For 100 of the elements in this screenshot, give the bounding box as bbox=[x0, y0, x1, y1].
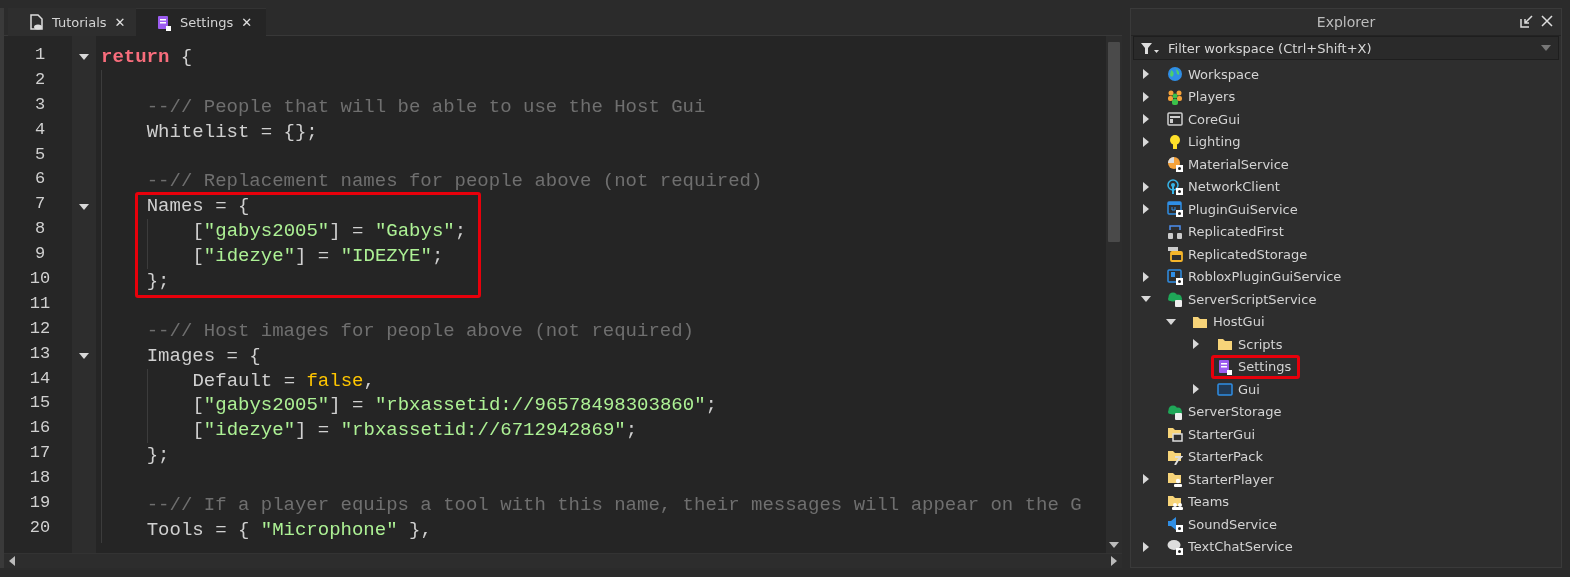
line-number: 19 bbox=[28, 493, 52, 515]
tree-item-label[interactable]: Workspace bbox=[1188, 66, 1260, 82]
antenna-icon bbox=[1167, 178, 1183, 195]
line-number: 14 bbox=[28, 368, 52, 390]
expand-arrow-icon[interactable] bbox=[1191, 339, 1201, 350]
line-number: 10 bbox=[28, 269, 52, 290]
tree-item-label[interactable]: PluginGuiService bbox=[1188, 201, 1298, 217]
filter-field[interactable]: Filter workspace (Ctrl+Shift+X) bbox=[1133, 36, 1559, 60]
tree-item-label[interactable]: Teams bbox=[1188, 494, 1230, 510]
code-line: ["gabys2005"] = "Gabys"; bbox=[192, 219, 467, 245]
code-line: return { bbox=[101, 45, 193, 70]
code-comment: --// People that will be able to use the Host Gui bbox=[146, 94, 706, 120]
tree-item-label[interactable]: ReplicatedFirst bbox=[1188, 224, 1284, 240]
tree-item-label[interactable]: Players bbox=[1188, 89, 1236, 105]
tree-item-label[interactable]: Settings bbox=[1238, 359, 1292, 375]
folder-person-icon bbox=[1167, 471, 1183, 488]
tree-item-label[interactable]: StarterPack bbox=[1188, 449, 1263, 465]
code-line: Tools = { "Microphone" }, bbox=[146, 517, 432, 543]
expand-arrow-icon[interactable] bbox=[1191, 384, 1201, 395]
window-icon bbox=[1167, 111, 1183, 128]
code-comment: --// If a player equips a tool with this name, their messages will appear on the G bbox=[146, 493, 1082, 518]
plug-window-icon bbox=[1167, 201, 1183, 218]
line-number: 8 bbox=[33, 219, 47, 241]
storage-box-icon bbox=[1167, 246, 1183, 263]
line-number: 18 bbox=[28, 468, 52, 490]
collapse-arrow-icon[interactable] bbox=[1166, 316, 1176, 327]
tree-item-label[interactable]: Scripts bbox=[1238, 336, 1283, 352]
filter-icon[interactable] bbox=[1141, 42, 1159, 54]
expand-arrow-icon[interactable] bbox=[1141, 181, 1151, 192]
expand-arrow-icon[interactable] bbox=[1141, 91, 1151, 102]
tree-item-label[interactable]: TextChatService bbox=[1188, 539, 1293, 555]
globe-icon bbox=[1167, 66, 1183, 83]
line-number: 16 bbox=[28, 418, 52, 440]
tree-item-label[interactable]: Lighting bbox=[1188, 134, 1241, 150]
tree-item-label[interactable]: HostGui bbox=[1213, 314, 1265, 330]
tree-item-label[interactable]: StarterPlayer bbox=[1188, 471, 1274, 487]
line-number: 1 bbox=[33, 45, 47, 66]
folder-window-icon bbox=[1167, 426, 1183, 443]
window-icon bbox=[1167, 268, 1183, 285]
code-comment: --// Replacement names for people above (not required) bbox=[146, 169, 763, 195]
tree-item-label[interactable]: NetworkClient bbox=[1188, 179, 1280, 195]
code-line: ["gabys2005"] = "rbxassetid://96578498303860"; bbox=[192, 393, 717, 419]
expand-arrow-icon[interactable] bbox=[1141, 204, 1151, 215]
cloud-icon bbox=[1167, 403, 1183, 420]
line-number: 15 bbox=[28, 393, 52, 415]
scrollbar-thumb[interactable] bbox=[1108, 42, 1120, 242]
line-number: 7 bbox=[33, 194, 47, 216]
dropdown-caret-icon[interactable] bbox=[1541, 45, 1551, 51]
code-line: Images = { bbox=[146, 343, 261, 369]
vertical-scrollbar[interactable] bbox=[1106, 36, 1122, 553]
cloud-icon bbox=[1167, 291, 1183, 308]
code-line: }; bbox=[146, 443, 170, 469]
tree-item-label[interactable]: CoreGui bbox=[1188, 111, 1240, 127]
editor-tab[interactable]: Settings ✕ bbox=[136, 8, 266, 36]
speaker-icon bbox=[1167, 516, 1183, 533]
expand-arrow-icon[interactable] bbox=[1141, 136, 1151, 147]
expand-arrow-icon[interactable] bbox=[1141, 69, 1151, 80]
close-icon[interactable]: ✕ bbox=[114, 14, 126, 30]
tree-item-label[interactable]: MaterialService bbox=[1188, 156, 1289, 172]
script-icon bbox=[1217, 358, 1233, 375]
tree-item-label[interactable]: ReplicatedStorage bbox=[1188, 246, 1308, 262]
line-number: 12 bbox=[28, 318, 52, 340]
line-number: 17 bbox=[28, 443, 52, 465]
scroll-left-icon[interactable] bbox=[8, 555, 16, 567]
tree-item-label[interactable]: ServerScriptService bbox=[1188, 291, 1317, 307]
code-line: }; bbox=[146, 269, 170, 294]
people-icon bbox=[1167, 88, 1183, 105]
tree-item-label[interactable]: ServerStorage bbox=[1188, 404, 1282, 420]
scroll-right-icon[interactable] bbox=[1110, 555, 1118, 567]
line-number: 4 bbox=[33, 119, 47, 141]
line-number: 2 bbox=[33, 69, 47, 91]
close-icon[interactable]: ✕ bbox=[241, 15, 253, 30]
code-line: Whitelist = {}; bbox=[146, 119, 318, 145]
frame-icon bbox=[1217, 381, 1233, 398]
expand-arrow-icon[interactable] bbox=[1141, 271, 1151, 282]
tree-item-label[interactable]: RobloxPluginGuiService bbox=[1188, 269, 1342, 285]
line-number: 11 bbox=[28, 293, 52, 315]
expand-arrow-icon[interactable] bbox=[1141, 474, 1151, 485]
line-number: 9 bbox=[33, 244, 47, 266]
close-icon[interactable] bbox=[1541, 15, 1553, 27]
code-comment: --// Host images for people above (not required) bbox=[146, 318, 694, 344]
chat-bubble-icon bbox=[1167, 538, 1183, 555]
line-number: 5 bbox=[33, 144, 47, 166]
collapse-arrow-icon[interactable] bbox=[79, 201, 89, 212]
expand-arrow-icon[interactable] bbox=[1141, 541, 1151, 552]
panel-title: Explorer bbox=[1316, 14, 1376, 30]
tree-item-label[interactable]: SoundService bbox=[1188, 516, 1277, 532]
line-number: 3 bbox=[33, 94, 47, 116]
line-number: 20 bbox=[28, 517, 52, 539]
expand-arrow-icon[interactable] bbox=[1141, 114, 1151, 125]
document-cloud-icon bbox=[28, 14, 44, 30]
folder-people-icon bbox=[1167, 493, 1183, 510]
tree-item-label[interactable]: StarterGui bbox=[1188, 426, 1256, 442]
folder-icon bbox=[1217, 336, 1233, 353]
tree-item-label[interactable]: Gui bbox=[1238, 381, 1260, 397]
code-line: Default = false, bbox=[192, 368, 375, 394]
undock-icon[interactable] bbox=[1520, 15, 1533, 28]
script-icon bbox=[156, 14, 172, 31]
scroll-down-icon[interactable] bbox=[1108, 541, 1120, 549]
line-number: 13 bbox=[28, 343, 52, 365]
